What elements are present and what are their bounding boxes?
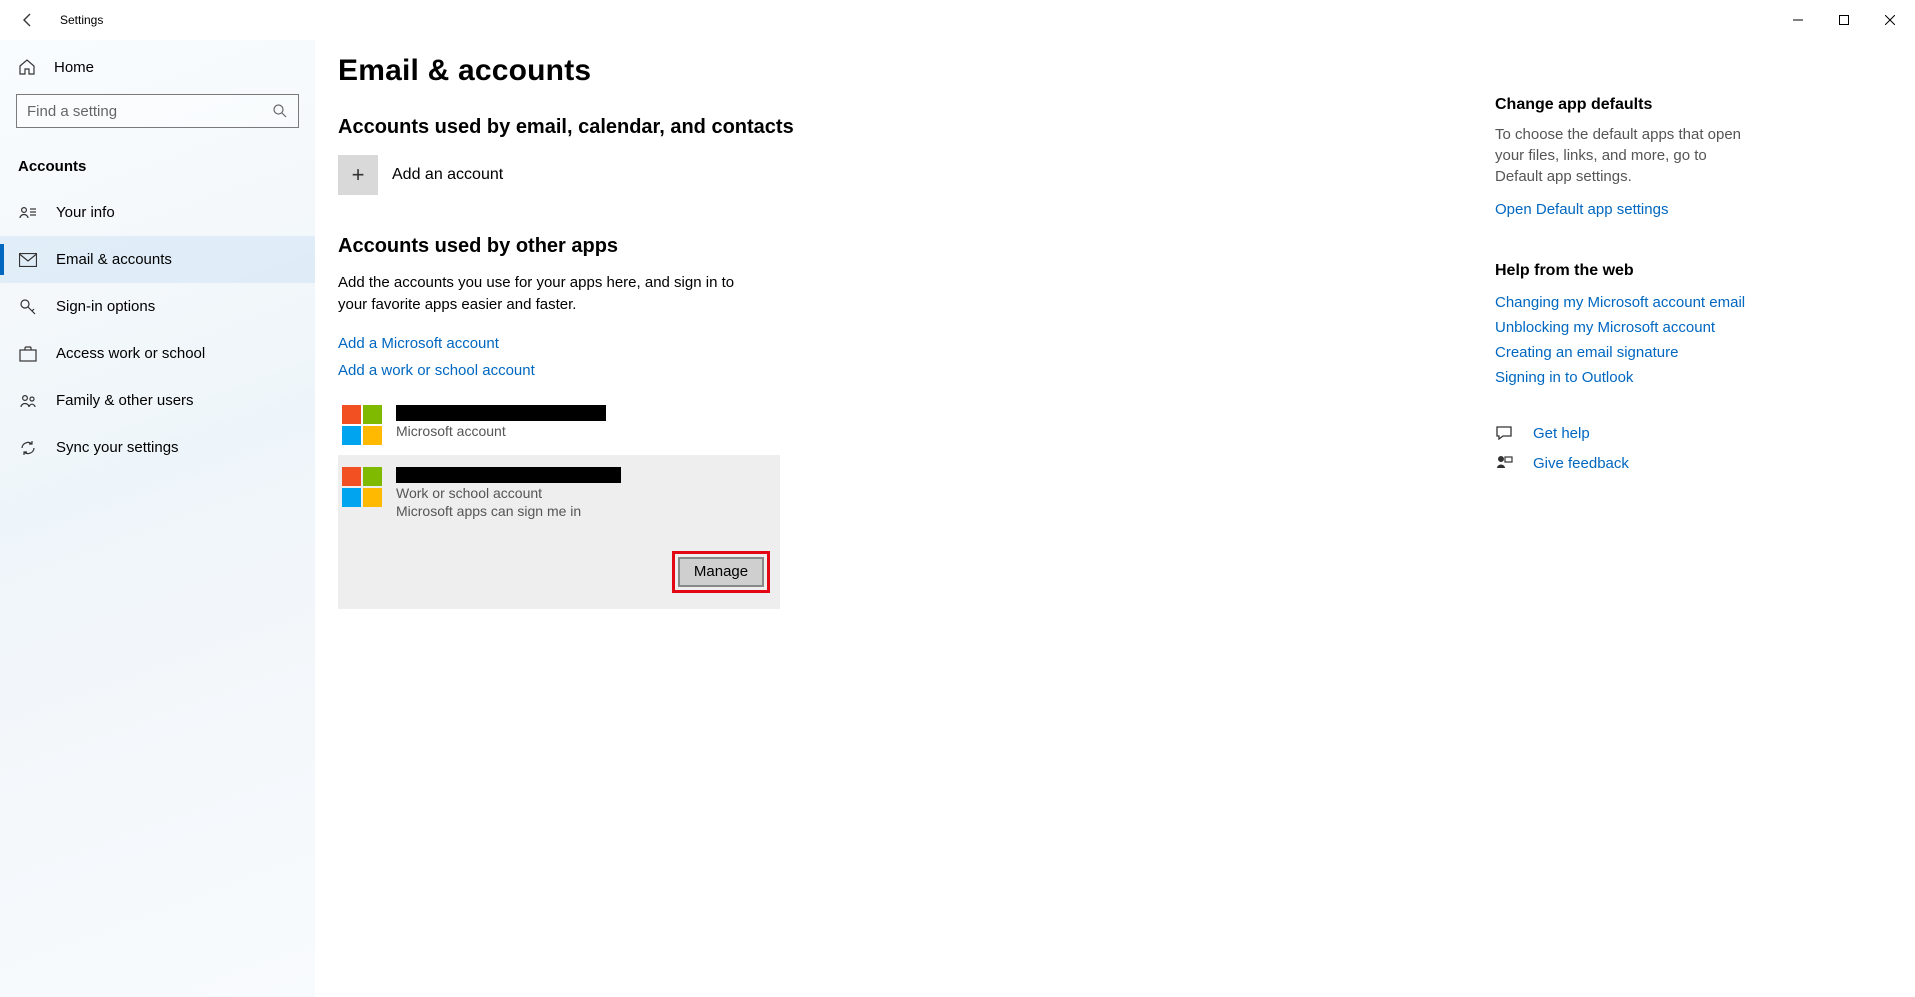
account-name-redacted — [396, 405, 606, 421]
back-button[interactable] — [18, 10, 38, 30]
help-link[interactable]: Unblocking my Microsoft account — [1495, 315, 1875, 340]
add-microsoft-account-link[interactable]: Add a Microsoft account — [338, 330, 1495, 357]
aside-defaults-body: To choose the default apps that open you… — [1495, 124, 1755, 197]
maximize-button[interactable] — [1821, 4, 1867, 36]
add-account-button[interactable]: + Add an account — [338, 153, 1495, 231]
close-button[interactable] — [1867, 4, 1913, 36]
account-name-redacted — [396, 467, 621, 483]
main-content: Email & accounts Accounts used by email,… — [338, 40, 1495, 997]
mail-icon — [18, 253, 38, 267]
sidebar-item-label: Email & accounts — [56, 251, 172, 268]
help-link[interactable]: Changing my Microsoft account email — [1495, 290, 1875, 315]
manage-button-label: Manage — [694, 563, 748, 580]
account-type-label: Work or school account — [396, 485, 621, 501]
add-work-school-account-link[interactable]: Add a work or school account — [338, 357, 1495, 395]
sidebar-section-label: Accounts — [0, 142, 315, 189]
get-help-link[interactable]: Get help — [1533, 425, 1590, 442]
window-controls — [1775, 4, 1913, 36]
sidebar-item-label: Family & other users — [56, 392, 194, 409]
add-account-label: Add an account — [392, 166, 503, 184]
highlight-annotation: Manage — [672, 551, 770, 593]
sidebar-item-family-users[interactable]: Family & other users — [0, 377, 315, 424]
sidebar-item-email-accounts[interactable]: Email & accounts — [0, 236, 315, 283]
section-accounts-used-by-email-heading: Accounts used by email, calendar, and co… — [338, 112, 1495, 153]
person-card-icon — [18, 205, 38, 221]
account-type-label: Microsoft account — [396, 423, 606, 439]
open-default-app-settings-link[interactable]: Open Default app settings — [1495, 197, 1875, 222]
microsoft-logo-icon — [342, 405, 382, 445]
section-accounts-used-by-apps-heading: Accounts used by other apps — [338, 231, 1495, 272]
sidebar-item-access-work-school[interactable]: Access work or school — [0, 330, 315, 377]
key-icon — [18, 298, 38, 316]
get-help-row[interactable]: Get help — [1495, 418, 1875, 448]
manage-button[interactable]: Manage — [678, 557, 764, 587]
sidebar-item-label: Your info — [56, 204, 115, 221]
search-field[interactable] — [27, 103, 272, 120]
sidebar: Home Accounts Your info Email & accounts… — [0, 40, 315, 997]
aside-panel: Change app defaults To choose the defaul… — [1495, 84, 1915, 506]
sidebar-item-label: Sign-in options — [56, 298, 155, 315]
page-title: Email & accounts — [338, 46, 1495, 112]
briefcase-icon — [18, 346, 38, 362]
sidebar-item-label: Access work or school — [56, 345, 205, 362]
window-title: Settings — [60, 13, 103, 27]
sidebar-item-label: Sync your settings — [56, 439, 179, 456]
account-row-work-school[interactable]: Work or school account Microsoft apps ca… — [338, 455, 780, 609]
give-feedback-link[interactable]: Give feedback — [1533, 455, 1629, 472]
aside-help-heading: Help from the web — [1495, 250, 1875, 290]
microsoft-logo-icon — [342, 467, 382, 507]
minimize-button[interactable] — [1775, 4, 1821, 36]
people-icon — [18, 393, 38, 409]
help-link[interactable]: Creating an email signature — [1495, 340, 1875, 365]
account-row-microsoft[interactable]: Microsoft account — [338, 395, 780, 455]
home-nav[interactable]: Home — [0, 40, 315, 94]
plus-icon: + — [338, 155, 378, 195]
give-feedback-row[interactable]: Give feedback — [1495, 448, 1875, 478]
feedback-icon — [1495, 454, 1515, 472]
sidebar-item-sync-settings[interactable]: Sync your settings — [0, 424, 315, 471]
search-icon — [272, 103, 288, 119]
home-label: Home — [54, 59, 94, 76]
sync-icon — [18, 439, 38, 457]
search-input[interactable] — [16, 94, 299, 128]
aside-defaults-heading: Change app defaults — [1495, 84, 1875, 124]
account-permission-label: Microsoft apps can sign me in — [396, 503, 621, 519]
home-icon — [18, 58, 36, 76]
chat-icon — [1495, 424, 1515, 442]
section-body-text: Add the accounts you use for your apps h… — [338, 272, 758, 330]
titlebar: Settings — [0, 0, 1915, 40]
sidebar-item-signin-options[interactable]: Sign-in options — [0, 283, 315, 330]
help-link[interactable]: Signing in to Outlook — [1495, 365, 1875, 390]
sidebar-item-your-info[interactable]: Your info — [0, 189, 315, 236]
